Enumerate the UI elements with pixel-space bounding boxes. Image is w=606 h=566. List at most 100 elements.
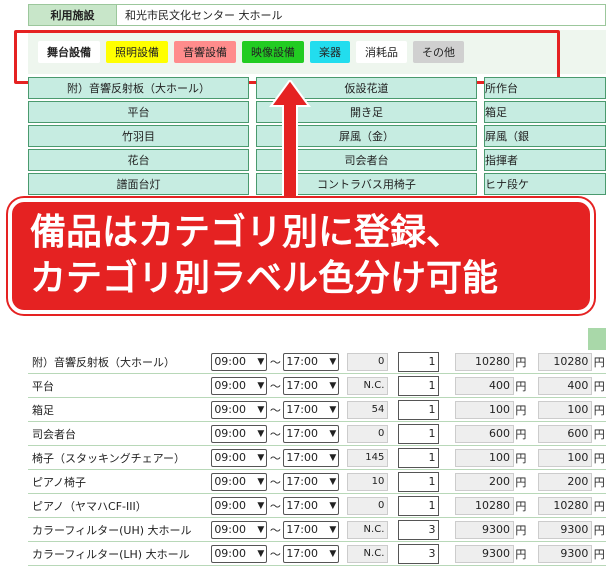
unit-price: 100 [455,448,515,467]
yen-unit: 円 [593,379,605,393]
end-time-select[interactable]: 17:00 ▼ [283,544,340,563]
yen-unit: 円 [515,499,527,513]
tilde-separator: ～ [269,355,281,369]
subtotal: 10280 [537,496,593,515]
chevron-down-icon: ▼ [329,380,337,391]
start-time-select[interactable]: 09:00 ▼ [211,520,268,539]
chevron-down-icon: ▼ [329,548,337,559]
equipment-button[interactable]: 所作台 [484,77,606,99]
time-range: 09:00 ▼ ～ 17:00 ▼ [211,544,340,563]
end-time-select[interactable]: 17:00 ▼ [283,448,340,467]
chevron-down-icon: ▼ [329,404,337,415]
yen-unit: 円 [593,523,605,537]
quantity-input[interactable]: 3 [398,519,440,540]
equipment-name: 椅子（スタッキングチェアー） [32,451,186,465]
equipment-button[interactable]: 譜面台灯 [28,173,249,195]
equipment-name: カラーフィルター(UH) 大ホール [32,523,192,537]
tilde-separator: ～ [269,547,281,561]
start-time-select[interactable]: 09:00 ▼ [211,376,268,395]
unit-price: 10280 [455,352,515,371]
chevron-down-icon: ▼ [329,500,337,511]
time-range: 09:00 ▼ ～ 17:00 ▼ [211,424,340,443]
start-time-select[interactable]: 09:00 ▼ [211,352,268,371]
end-time-select[interactable]: 17:00 ▼ [283,472,340,491]
start-time-select[interactable]: 09:00 ▼ [211,400,268,419]
table-row: カラーフィルター(LH) 大ホール 09:00 ▼ ～ 17:00 ▼ N.C. 3 9300 円… [28,542,606,566]
chevron-down-icon: ▼ [257,452,265,463]
table-row: 司会者台 09:00 ▼ ～ 17:00 ▼ 0 1 600 円 600 円 [28,422,606,446]
end-time-value: 17:00 [286,451,319,464]
stock-count: N.C. [347,544,389,563]
table-row: 椅子（スタッキングチェアー） 09:00 ▼ ～ 17:00 ▼ 145 1 100 円 100 円 [28,446,606,470]
table-header-strip [588,328,606,350]
end-time-select[interactable]: 17:00 ▼ [283,400,340,419]
yen-unit: 円 [593,547,605,561]
end-time-select[interactable]: 17:00 ▼ [283,520,340,539]
time-range: 09:00 ▼ ～ 17:00 ▼ [211,448,340,467]
unit-price: 600 [455,424,515,443]
yen-unit: 円 [593,451,605,465]
callout-banner: 備品はカテゴリ別に登録、 カテゴリ別ラベル色分け可能 [8,198,594,314]
start-time-value: 09:00 [214,523,247,536]
yen-unit: 円 [515,451,527,465]
quantity-input[interactable]: 1 [398,471,440,492]
unit-price: 9300 [455,544,515,563]
yen-unit: 円 [593,355,605,369]
start-time-value: 09:00 [214,355,247,368]
end-time-select[interactable]: 17:00 ▼ [283,424,340,443]
equipment-button[interactable]: 指揮者 [484,149,606,171]
equipment-button[interactable]: 箱足 [484,101,606,123]
equipment-button[interactable]: ヒナ段ケ [484,173,606,195]
unit-price: 100 [455,400,515,419]
start-time-select[interactable]: 09:00 ▼ [211,544,268,563]
time-range: 09:00 ▼ ～ 17:00 ▼ [211,520,340,539]
equipment-button[interactable]: 平台 [28,101,249,123]
chevron-down-icon: ▼ [329,452,337,463]
equipment-button[interactable]: 竹羽目 [28,125,249,147]
yen-unit: 円 [593,499,605,513]
subtotal: 100 [537,448,593,467]
stock-count: 145 [347,448,389,467]
stock-count: 0 [347,352,389,371]
yen-unit: 円 [593,427,605,441]
table-row: 箱足 09:00 ▼ ～ 17:00 ▼ 54 1 100 円 100 円 [28,398,606,422]
subtotal: 10280 [537,352,593,371]
time-range: 09:00 ▼ ～ 17:00 ▼ [211,496,340,515]
stock-count: 54 [347,400,389,419]
start-time-select[interactable]: 09:00 ▼ [211,496,268,515]
chevron-down-icon: ▼ [257,404,265,415]
yen-unit: 円 [515,403,527,417]
end-time-select[interactable]: 17:00 ▼ [283,496,340,515]
start-time-select[interactable]: 09:00 ▼ [211,448,268,467]
subtotal: 200 [537,472,593,491]
table-row: ピアノ（ヤマハCF-III） 09:00 ▼ ～ 17:00 ▼ 0 1 10280 円 10280… [28,494,606,518]
equipment-button[interactable]: 花台 [28,149,249,171]
tilde-separator: ～ [269,379,281,393]
end-time-select[interactable]: 17:00 ▼ [283,352,340,371]
yen-unit: 円 [515,475,527,489]
quantity-input[interactable]: 1 [398,375,440,396]
start-time-value: 09:00 [214,475,247,488]
unit-price: 400 [455,376,515,395]
yen-unit: 円 [515,523,527,537]
end-time-select[interactable]: 17:00 ▼ [283,376,340,395]
equipment-button[interactable]: 屏風（銀 [484,125,606,147]
time-range: 09:00 ▼ ～ 17:00 ▼ [211,472,340,491]
equipment-name: 司会者台 [32,427,76,441]
start-time-select[interactable]: 09:00 ▼ [211,424,268,443]
subtotal: 9300 [537,544,593,563]
end-time-value: 17:00 [286,547,319,560]
quantity-input[interactable]: 1 [398,423,440,444]
equipment-button[interactable]: 附）音響反射板（大ホール） [28,77,249,99]
quantity-input[interactable]: 1 [398,447,440,468]
tilde-separator: ～ [269,451,281,465]
subtotal: 100 [537,400,593,419]
subtotal: 600 [537,424,593,443]
quantity-input[interactable]: 1 [398,495,440,516]
quantity-input[interactable]: 1 [398,399,440,420]
equipment-name: 平台 [32,379,54,393]
start-time-select[interactable]: 09:00 ▼ [211,472,268,491]
quantity-input[interactable]: 1 [398,351,440,372]
chevron-down-icon: ▼ [257,380,265,391]
quantity-input[interactable]: 3 [398,543,440,564]
